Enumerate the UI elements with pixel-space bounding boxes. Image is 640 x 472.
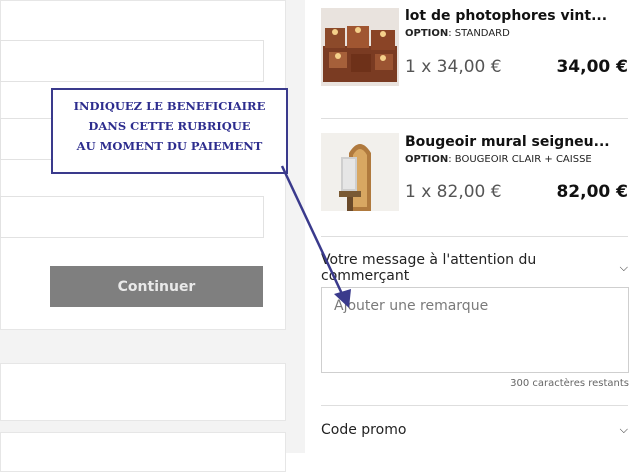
continue-button[interactable]: Continuer [50, 266, 263, 307]
annotation-line: DANS CETTE RUBRIQUE [88, 119, 251, 133]
option-value: : BOUGEOIR CLAIR + CAISSE [448, 154, 592, 165]
merchant-message-toggle[interactable]: Votre message à l'attention du commerçan… [321, 252, 628, 284]
annotation-line: AU MOMENT DU PAIEMENT [76, 139, 263, 153]
cart-item-total: 34,00 € [556, 57, 628, 77]
option-label: OPTION [405, 28, 449, 39]
chevron-down-icon: ⌵ [619, 423, 628, 436]
option-label: OPTION [405, 154, 449, 165]
checkout-form-panel: Continuer [0, 0, 305, 472]
merchant-message-input[interactable] [321, 287, 629, 373]
cart-item-quantity-price: 1 x 34,00 € [405, 57, 502, 77]
divider [321, 236, 628, 237]
promo-code-toggle[interactable]: Code promo ⌵ [321, 422, 628, 438]
merchant-message-header: Votre message à l'attention du commerçan… [321, 252, 537, 284]
option-value: : STANDARD [448, 28, 510, 39]
next-step-card [0, 363, 286, 421]
divider [321, 405, 628, 406]
annotation-line: INDIQUEZ LE BENEFICIAIRE [73, 99, 266, 113]
divider [321, 118, 628, 119]
chevron-down-icon: ⌵ [619, 261, 628, 274]
cart-item-total: 82,00 € [556, 182, 628, 202]
cart-item-name[interactable]: lot de photophores vint... [405, 8, 607, 24]
photophores-product-image [321, 8, 399, 86]
cart-item-quantity-price: 1 x 82,00 € [405, 182, 502, 202]
cart-item-option: OPTION: STANDARD [405, 28, 510, 39]
cart-item-name[interactable]: Bougeoir mural seigneu... [405, 134, 610, 150]
promo-code-label: Code promo [321, 422, 407, 438]
bougeoir-product-image [321, 133, 399, 211]
form-field-1[interactable] [0, 40, 264, 82]
form-field-3[interactable] [0, 196, 264, 238]
cart-item-option: OPTION: BOUGEOIR CLAIR + CAISSE [405, 154, 592, 165]
chars-remaining: 300 caractères restants [510, 378, 629, 389]
following-step-card [0, 432, 286, 472]
annotation-note: INDIQUEZ LE BENEFICIAIRE DANS CETTE RUBR… [51, 88, 288, 174]
